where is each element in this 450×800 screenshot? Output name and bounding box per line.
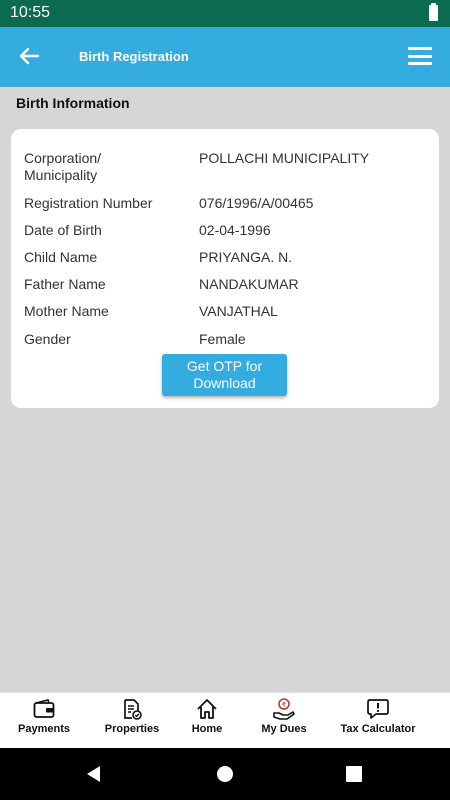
nav-payments[interactable]: Payments	[10, 693, 78, 749]
document-check-icon	[120, 697, 144, 721]
status-time: 10:55	[10, 4, 51, 21]
detail-label: Father Name	[24, 276, 106, 292]
detail-label: Corporation/ Municipality	[24, 150, 102, 183]
detail-value: 02-04-1996	[199, 222, 271, 238]
home-icon	[195, 697, 219, 721]
nav-label: Properties	[104, 723, 160, 735]
app-bar: Birth Registration	[0, 27, 450, 87]
detail-value: PRIYANGA. N.	[199, 249, 293, 265]
nav-label: Tax Calculator	[340, 723, 416, 735]
section-title: Birth Information	[16, 95, 130, 111]
back-arrow-icon[interactable]	[14, 41, 44, 71]
nav-label: Home	[191, 723, 223, 735]
detail-value: POLLACHI MUNICIPALITY	[199, 150, 370, 166]
alert-message-icon	[366, 697, 390, 721]
detail-label: Date of Birth	[24, 222, 102, 238]
home-circle-icon[interactable]	[215, 764, 235, 784]
hamburger-menu-icon[interactable]	[408, 47, 432, 67]
back-triangle-icon[interactable]	[84, 764, 104, 784]
detail-value: NANDAKUMAR	[199, 276, 299, 292]
svg-text:₹: ₹	[282, 701, 287, 709]
nav-home[interactable]: Home	[183, 693, 231, 749]
system-navigation-bar	[0, 748, 450, 800]
detail-label: Child Name	[24, 249, 98, 265]
wallet-icon	[32, 697, 56, 721]
detail-value: VANJATHAL	[199, 303, 278, 319]
nav-tax-calculator[interactable]: Tax Calculator	[336, 693, 420, 749]
battery-icon	[429, 3, 438, 21]
status-bar: 10:55	[0, 0, 450, 27]
nav-my-dues[interactable]: ₹ My Dues	[254, 693, 314, 749]
nav-label: Payments	[18, 723, 70, 735]
detail-label: Registration Number	[24, 195, 153, 211]
detail-label: Mother Name	[24, 303, 109, 319]
recents-square-icon[interactable]	[344, 764, 364, 784]
nav-properties[interactable]: Properties	[97, 693, 167, 749]
hand-rupee-icon: ₹	[272, 697, 296, 721]
page-title: Birth Registration	[79, 49, 189, 64]
detail-label: Gender	[24, 331, 71, 347]
bottom-navigation: Payments Properties Home ₹ My Dues Tax C…	[0, 692, 450, 748]
detail-value: 076/1996/A/00465	[199, 195, 314, 211]
nav-label: My Dues	[261, 723, 307, 735]
detail-value: Female	[199, 331, 246, 347]
get-otp-download-button[interactable]: Get OTP for Download	[162, 354, 287, 396]
